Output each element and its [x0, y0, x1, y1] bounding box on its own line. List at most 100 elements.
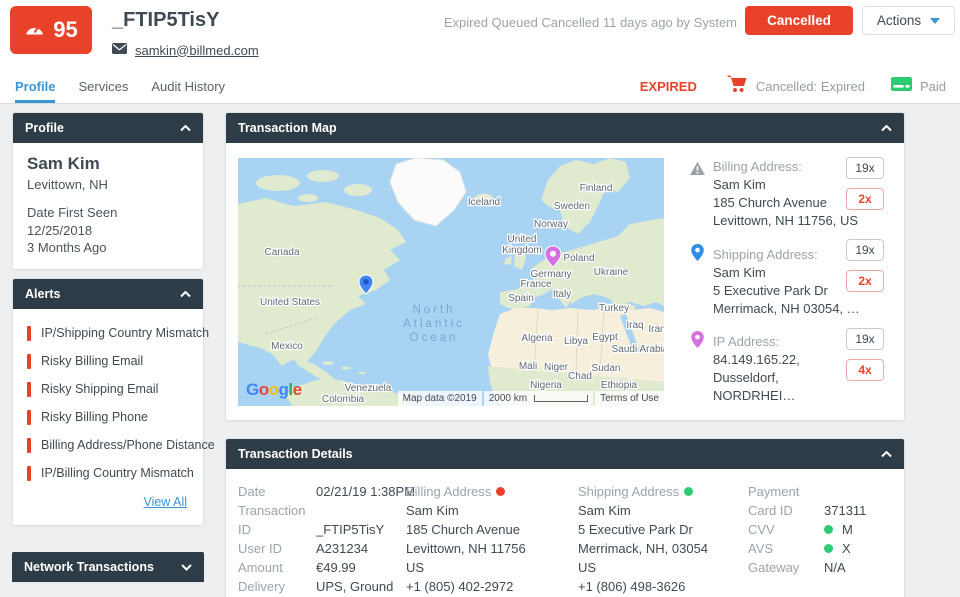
alerts-panel-body: IP/Shipping Country Mismatch Risky Billi… [13, 309, 203, 525]
warning-triangle-icon [689, 161, 706, 181]
network-transactions-header[interactable]: Network Transactions [12, 552, 204, 582]
credit-card-icon [891, 77, 912, 96]
profile-panel-body: Sam Kim Levittown, NH Date First Seen 12… [13, 143, 203, 269]
chevron-up-icon [881, 121, 892, 135]
billing-address-details: Billing Address Sam Kim 185 Church Avenu… [406, 482, 576, 597]
map-label: Sweden [554, 201, 590, 212]
map-label: Egypt [592, 332, 618, 343]
map-label: Canada [264, 247, 299, 258]
alert-severity-bar [27, 326, 31, 341]
alerts-panel-header[interactable]: Alerts [13, 279, 203, 309]
map-label: France [520, 279, 552, 290]
order-status-badge: Cancelled: Expired [756, 79, 865, 94]
alert-severity-bar [27, 466, 31, 481]
map-label: Niger [544, 362, 569, 373]
ip-address-summary: IP Address: 84.149.165.22, Dusseldorf, N… [713, 333, 863, 405]
map-label: Sudan [592, 363, 621, 374]
google-map[interactable]: Canada United States Mexico Iceland Finl… [238, 158, 664, 406]
status-indicators: EXPIRED Cancelled: Expired Paid [640, 70, 946, 103]
shipping-address-summary: Shipping Address: Sam Kim 5 Executive Pa… [713, 246, 863, 318]
tab-audit-history[interactable]: Audit History [151, 70, 225, 103]
map-label: Ethiopia [601, 380, 638, 391]
risk-score-badge[interactable]: 95 [10, 6, 92, 54]
cart-icon [727, 75, 747, 98]
payment-status-badge: Paid [920, 79, 946, 94]
map-scale-bar [534, 395, 588, 402]
first-seen-ago: 3 Months Ago [27, 239, 189, 257]
shipping-frequency-badges: 19x 2x [844, 239, 886, 292]
map-label: Spain [508, 293, 534, 304]
network-transactions-panel: Network Transactions [12, 552, 204, 582]
order-status-text: Expired Queued Cancelled 11 days ago by … [444, 15, 737, 30]
tab-profile[interactable]: Profile [15, 70, 55, 103]
map-label: Ukraine [594, 267, 629, 278]
map-label: Saudi Arabia [612, 344, 664, 355]
risk-score-value: 95 [53, 17, 77, 43]
profile-panel-header[interactable]: Profile [13, 113, 203, 143]
alert-severity-bar [27, 410, 31, 425]
transaction-details-title: Transaction Details [238, 447, 353, 461]
view-all-link[interactable]: View All [143, 495, 187, 509]
transaction-map-header[interactable]: Transaction Map [226, 113, 904, 143]
profile-name: Sam Kim [27, 154, 189, 174]
ip-frequency-badges: 19x 4x [844, 328, 886, 381]
map-label: Colombia [322, 394, 365, 405]
map-label: Finland [580, 183, 613, 194]
chevron-up-icon [180, 121, 191, 135]
alert-severity-bar [27, 382, 31, 397]
profile-panel-title: Profile [25, 121, 64, 135]
map-attribution-bar: Map data ©2019 2000 km Terms of Use [398, 391, 664, 406]
alert-item: Billing Address/Phone Distance [27, 431, 189, 459]
user-email-row: samkin@billmed.com [112, 41, 259, 59]
count-badge: 19x [846, 157, 884, 179]
alert-item: Risky Billing Email [27, 347, 189, 375]
actions-button[interactable]: Actions [862, 6, 955, 35]
map-label: Venezuela [345, 383, 392, 394]
ocean-label: Ocean [410, 332, 459, 344]
first-seen-label: Date First Seen [27, 204, 189, 222]
map-label: Libya [564, 336, 588, 347]
map-label: Mali [519, 361, 537, 372]
terms-of-use-link[interactable]: Terms of Use [595, 391, 664, 406]
alert-count-badge: 4x [846, 359, 884, 381]
alerts-panel: Alerts IP/Shipping Country Mismatch Risk… [12, 278, 204, 526]
map-label: Iceland [468, 197, 500, 208]
cancelled-button[interactable]: Cancelled [745, 6, 853, 35]
expired-flag: EXPIRED [640, 79, 697, 94]
alert-severity-bar [27, 438, 31, 453]
map-label: Mexico [271, 341, 303, 352]
shipping-ok-dot [684, 487, 693, 496]
map-label: Iraq [626, 320, 643, 331]
ip-pin-icon [691, 331, 704, 353]
avs-match-dot [824, 544, 833, 553]
shipping-address-details: Shipping Address Sam Kim 5 Executive Par… [578, 482, 748, 597]
transaction-title: _FTIP5TisY [112, 9, 219, 32]
google-logo[interactable]: Google [246, 380, 302, 400]
payment-details: Payment Card ID371311 CVVM AVSX GatewayN… [748, 482, 866, 577]
billing-risk-dot [496, 487, 505, 496]
cvv-match-dot [824, 525, 833, 534]
caret-down-icon [930, 18, 940, 24]
profile-panel: Profile Sam Kim Levittown, NH Date First… [12, 112, 204, 270]
transaction-details-header[interactable]: Transaction Details [226, 439, 904, 469]
chevron-up-icon [881, 447, 892, 461]
ocean-label: Atlantic [403, 318, 465, 330]
alert-item: Risky Shipping Email [27, 375, 189, 403]
alert-item: IP/Shipping Country Mismatch [27, 319, 189, 347]
gauge-icon [24, 20, 45, 41]
network-transactions-title: Network Transactions [24, 560, 154, 574]
billing-address-summary: Billing Address: Sam Kim 185 Church Aven… [713, 158, 863, 230]
transaction-map-title: Transaction Map [238, 121, 337, 135]
transaction-details-panel: Transaction Details Date02/21/19 1:38PM … [225, 438, 905, 597]
count-badge: 19x [846, 239, 884, 261]
chevron-down-icon [181, 560, 192, 574]
map-label: Italy [553, 289, 571, 300]
tab-services[interactable]: Services [78, 70, 128, 103]
header: 95 _FTIP5TisY samkin@billmed.com Expired… [0, 0, 960, 70]
map-data-attribution: Map data ©2019 [398, 391, 482, 406]
user-email-link[interactable]: samkin@billmed.com [135, 43, 259, 58]
page: 95 _FTIP5TisY samkin@billmed.com Expired… [0, 0, 960, 597]
alert-count-badge: 2x [846, 188, 884, 210]
actions-button-label: Actions [877, 13, 921, 28]
map-scale: 2000 km [484, 391, 593, 406]
